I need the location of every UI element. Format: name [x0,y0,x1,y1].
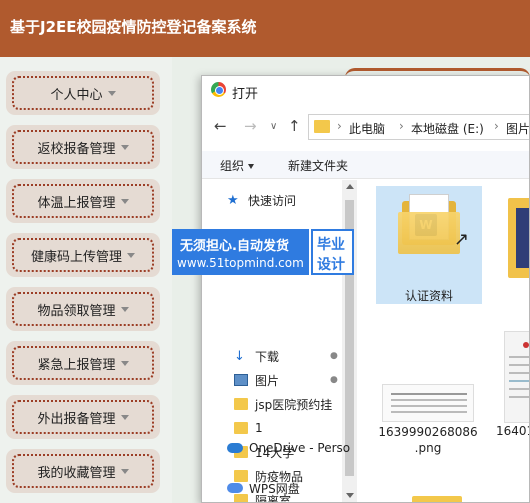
nav-item-wps[interactable]: WPS网盘 [227,478,300,498]
organize-label: 组织 [220,159,245,173]
sidebar-item-return-report[interactable]: 返校报备管理 [6,125,160,169]
sidebar-item-favorites[interactable]: 我的收藏管理 [6,449,160,493]
nav-item-folder-1[interactable]: 1 [234,418,263,438]
caret-down-icon [107,90,116,96]
sidebar-item-label: 返校报备管理 [37,141,116,157]
folder-icon [412,496,462,502]
organize-menu-button[interactable]: 组织 [220,157,255,174]
nav-item-label: WPS网盘 [249,481,300,496]
nav-item-label: 快速访问 [248,193,297,208]
app-header: 基于J2EE校园疫情防控登记备案系统 [0,0,530,57]
dialog-navbar: ← → ∨ ↑ › 此电脑 › 本地磁盘 (E:) › 图片 [202,111,529,143]
scroll-down-icon[interactable] [346,493,354,498]
dialog-toolbar: 组织 新建文件夹 [202,151,529,179]
app-title: 基于J2EE校园疫情防控登记备案系统 [10,18,257,36]
watermark-text: 无须担心.自动发货 [180,239,289,254]
caret-down-icon [127,252,135,258]
sidebar-item-temperature[interactable]: 体温上报管理 [6,179,160,223]
sidebar-item-health-code[interactable]: 健康码上传管理 [6,233,160,277]
wps-cloud-icon [227,483,243,493]
nav-item-label: OneDrive - Perso [249,441,351,455]
caret-down-icon [120,414,129,420]
pin-icon: ● [330,375,338,385]
sidebar-item-label: 我的收藏管理 [37,465,116,481]
watermark-tag-line: 设计 [317,257,345,273]
breadcrumb-this-pc[interactable]: 此电脑 [349,120,385,137]
breadcrumb-separator-icon: › [399,119,404,133]
picture-icon [234,374,248,386]
watermark-banner: 无须担心.自动发货 www.51topmind.com [172,229,309,275]
pin-icon: ● [330,351,338,361]
nav-item-quick-access[interactable]: ★ 快速访问 [227,190,296,210]
nav-item-onedrive[interactable]: OneDrive - Perso [227,438,350,458]
folder-icon [234,422,248,434]
breadcrumb-local-disk[interactable]: 本地磁盘 (E:) [411,120,484,137]
caret-down-icon [120,198,129,204]
caret-down-icon [120,306,129,312]
nav-item-pictures[interactable]: 图片 [234,370,279,390]
sidebar-item-personal-center[interactable]: 个人中心 [6,71,160,115]
caret-down-icon [120,468,129,474]
new-folder-button[interactable]: 新建文件夹 [288,157,348,174]
sidebar-item-outing[interactable]: 外出报备管理 [6,395,160,439]
sidebar-item-label: 个人中心 [50,87,103,103]
folder-icon [314,120,330,133]
image-thumbnail[interactable] [382,384,474,422]
nav-item-label: 1 [255,421,263,435]
download-icon: ↓ [234,348,245,364]
dialog-title: 打开 [232,87,259,102]
nav-item-jsp-folder[interactable]: jsp医院预约挂 [234,394,332,414]
sidebar-item-label: 健康码上传管理 [30,249,122,265]
mouse-cursor-icon: ↗ [454,229,470,250]
back-arrow-icon[interactable]: ← [214,117,227,135]
sidebar: 个人中心 返校报备管理 体温上报管理 健康码上传管理 物品领取管理 紧急上报管理… [0,57,172,503]
recent-locations-icon[interactable]: ∨ [270,121,277,132]
nav-item-downloads[interactable]: ↓ 下载 [234,346,279,366]
file-label: 16401 [496,424,529,438]
sidebar-item-label: 体温上报管理 [37,195,116,211]
sidebar-item-label: 外出报备管理 [37,411,116,427]
watermark-tag-line: 毕业 [317,237,345,253]
nav-item-label: 下载 [255,349,280,364]
caret-down-icon [248,164,255,169]
folder-icon[interactable] [508,198,529,278]
breadcrumb-separator-icon: › [337,119,342,133]
up-arrow-icon[interactable]: ↑ [288,117,301,135]
caret-down-icon [120,144,129,150]
sidebar-item-supplies[interactable]: 物品领取管理 [6,287,160,331]
caret-down-icon [120,360,129,366]
nav-item-label: jsp医院预约挂 [255,397,333,412]
sidebar-item-emergency[interactable]: 紧急上报管理 [6,341,160,385]
onedrive-icon [227,443,243,453]
chrome-icon [211,82,226,97]
forward-arrow-icon[interactable]: → [244,117,257,135]
breadcrumb-separator-icon: › [494,119,499,133]
dialog-titlebar: 打开 [202,76,529,106]
breadcrumb-pictures[interactable]: 图片 [506,120,529,137]
folder-front-icon [398,212,460,254]
watermark-url: www.51topmind.com [177,256,304,270]
star-icon: ★ [227,192,239,208]
image-thumbnail[interactable] [504,331,529,423]
watermark-tag: 毕业 设计 [311,229,354,275]
scroll-up-icon[interactable] [346,184,354,189]
watermark: 无须担心.自动发货 www.51topmind.com 毕业 设计 [172,229,356,275]
file-label: 1639990268086 .png [378,425,478,455]
file-label: 认证资料 [404,289,453,303]
sidebar-item-label: 物品领取管理 [37,303,116,319]
nav-item-label: 图片 [255,373,280,388]
sidebar-item-label: 紧急上报管理 [37,357,116,373]
address-bar[interactable]: › 此电脑 › 本地磁盘 (E:) › 图片 [308,114,529,140]
folder-icon [234,398,248,410]
